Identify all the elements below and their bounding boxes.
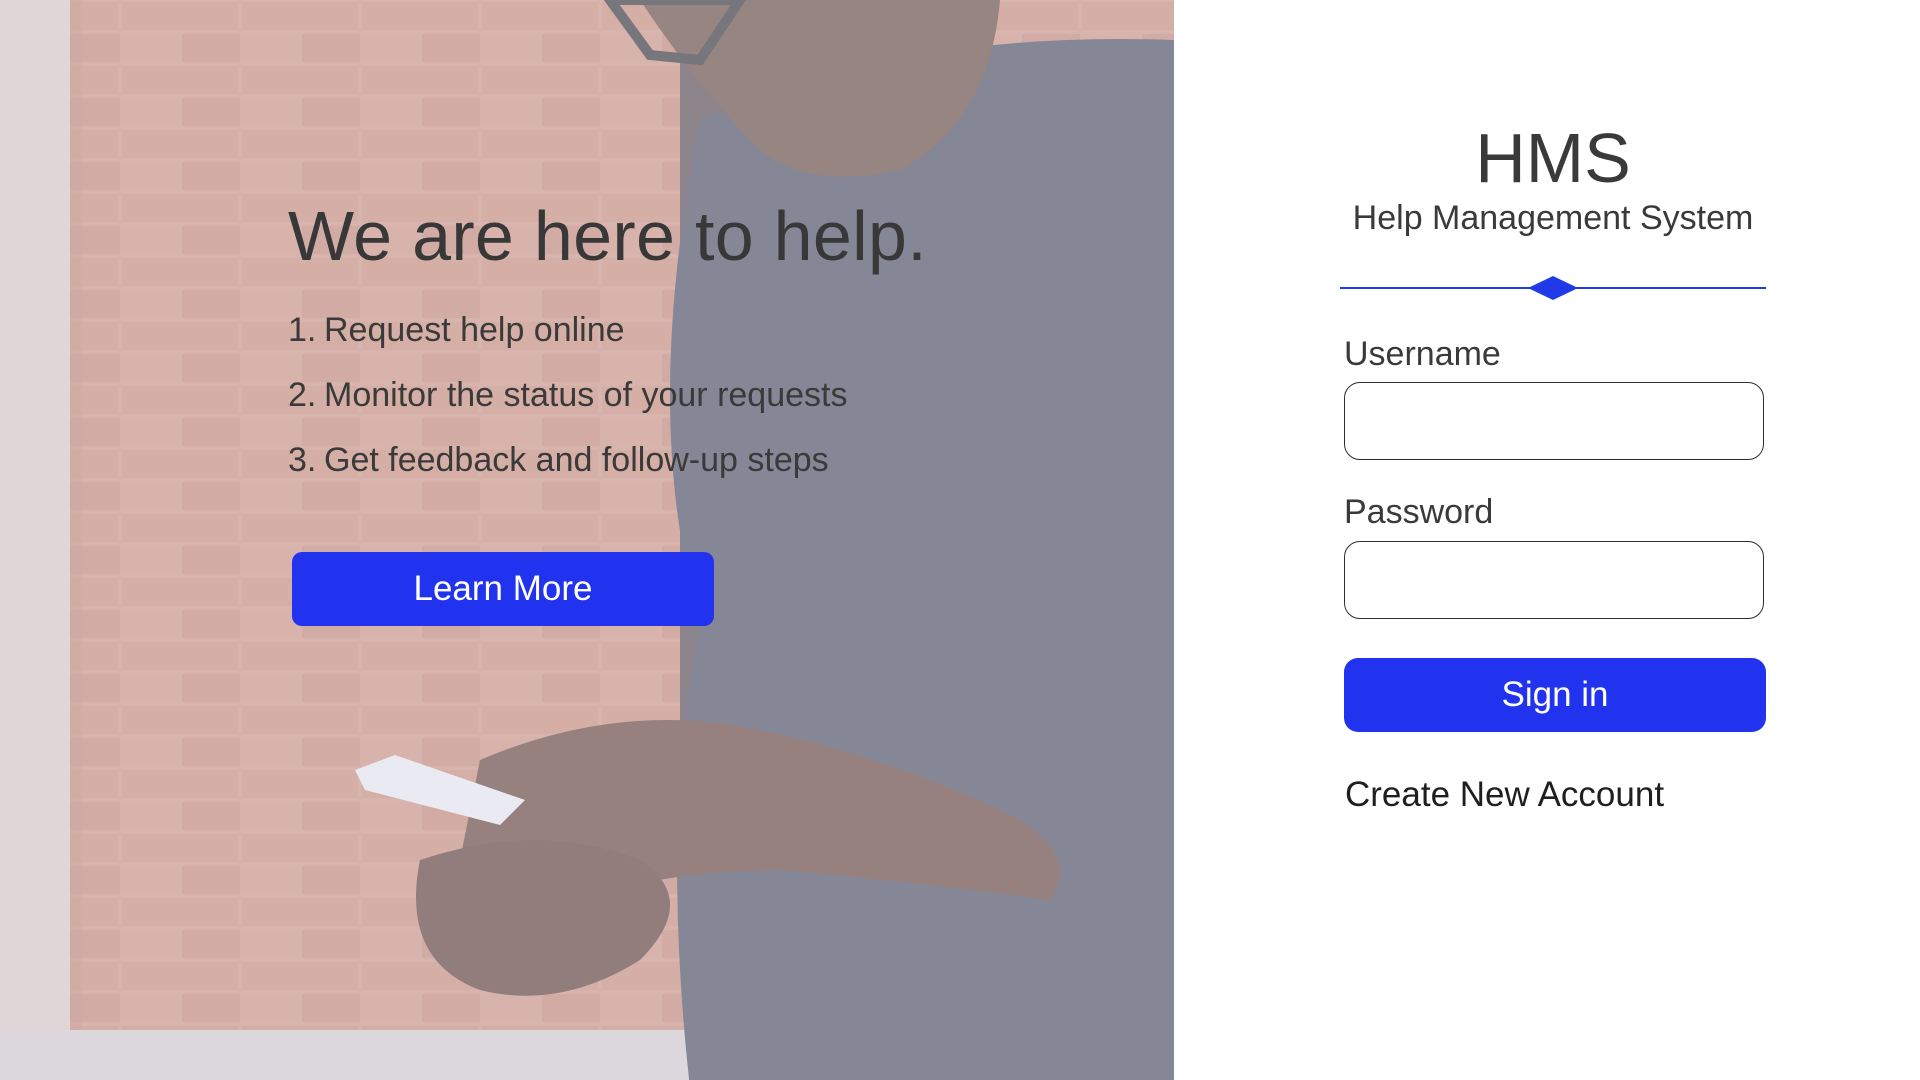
brand-header: HMS Help Management System [1340, 118, 1766, 238]
step-text: Request help online [324, 311, 625, 349]
login-panel: HMS Help Management System Username Pass… [1174, 0, 1920, 1080]
hero-overlay [0, 0, 1174, 1080]
hero-section: We are here to help. 1. Request help onl… [0, 0, 1174, 1080]
username-label: Username [1344, 335, 1501, 373]
step-number: 1. [288, 311, 317, 349]
login-page: We are here to help. 1. Request help onl… [0, 0, 1920, 1080]
step-number: 2. [288, 376, 317, 414]
learn-more-button[interactable]: Learn More [292, 552, 714, 626]
step-text: Get feedback and follow-up steps [324, 441, 829, 479]
password-input[interactable] [1344, 541, 1764, 619]
create-account-link[interactable]: Create New Account [1345, 774, 1664, 816]
username-input[interactable] [1344, 382, 1764, 460]
sign-in-button[interactable]: Sign in [1344, 658, 1766, 732]
diamond-divider [1340, 276, 1766, 300]
app-title: HMS [1475, 119, 1631, 197]
app-subtitle: Help Management System [1352, 199, 1754, 237]
step-number: 3. [288, 441, 317, 479]
hero-content: We are here to help. 1. Request help onl… [288, 198, 1048, 505]
list-item: 3. Get feedback and follow-up steps [288, 440, 1048, 480]
diamond-icon [1528, 276, 1578, 300]
step-text: Monitor the status of your requests [324, 376, 848, 414]
list-item: 2. Monitor the status of your requests [288, 375, 1048, 415]
password-label: Password [1344, 493, 1494, 531]
steps-list: 1. Request help online 2. Monitor the st… [288, 310, 1048, 480]
list-item: 1. Request help online [288, 310, 1048, 350]
hero-title: We are here to help. [288, 197, 927, 275]
